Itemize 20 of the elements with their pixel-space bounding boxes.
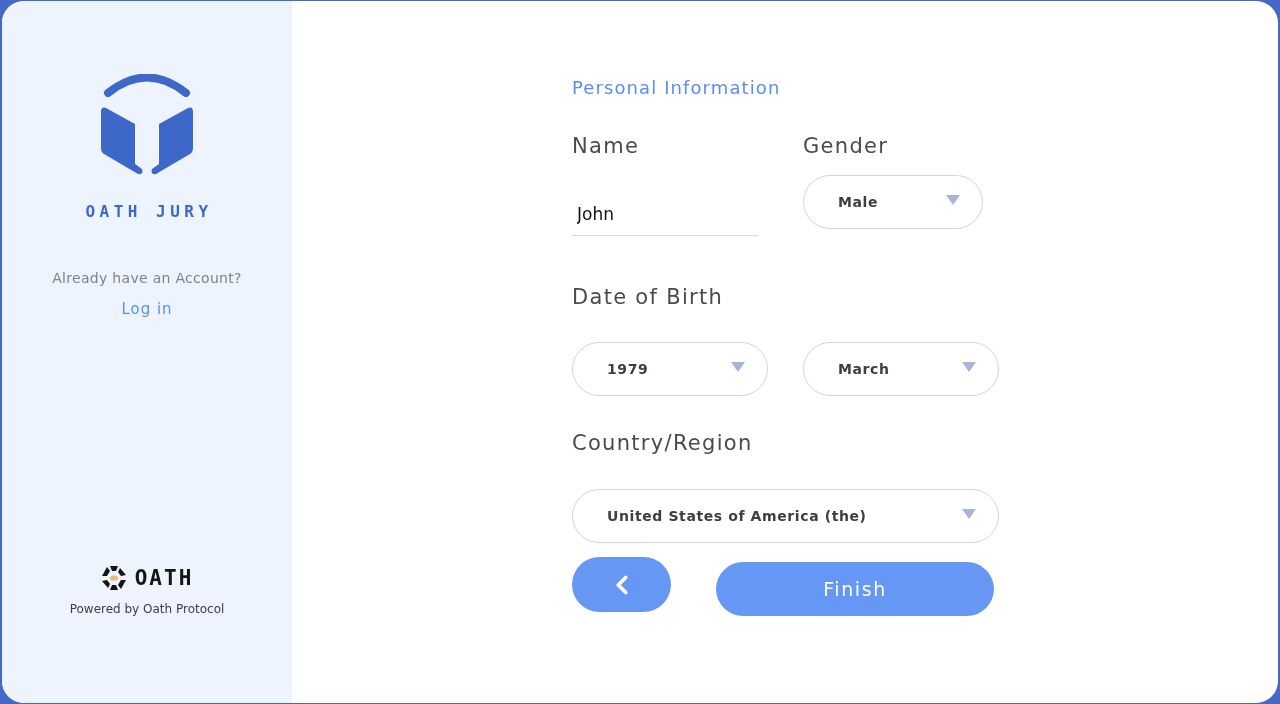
powered-by-caption: Powered by Oath Protocol	[69, 601, 225, 617]
cube-logo-icon	[99, 74, 195, 176]
login-prompt: Already have an Account?	[52, 269, 242, 288]
brand-name: OATH JURY	[84, 202, 213, 222]
field-label: Name	[572, 133, 641, 160]
hexagon-logo-icon	[100, 565, 127, 591]
back-button[interactable]	[572, 557, 671, 612]
caret-icon	[962, 509, 976, 519]
caret-icon	[962, 362, 976, 372]
dropdown[interactable]: 1979	[572, 342, 768, 396]
field-label: Gender	[803, 133, 890, 160]
field-label: Date of Birth	[572, 284, 725, 311]
footer-brand: OATH	[134, 566, 194, 590]
dropdown[interactable]: United States of America (the)	[572, 489, 999, 543]
caret-icon	[731, 362, 745, 372]
dropdown[interactable]: March	[803, 342, 999, 396]
dropdown[interactable]: Male	[803, 175, 983, 229]
field-label: Country/Region	[572, 430, 754, 457]
section-title: Personal Information	[572, 76, 782, 100]
caret-icon	[946, 195, 960, 205]
